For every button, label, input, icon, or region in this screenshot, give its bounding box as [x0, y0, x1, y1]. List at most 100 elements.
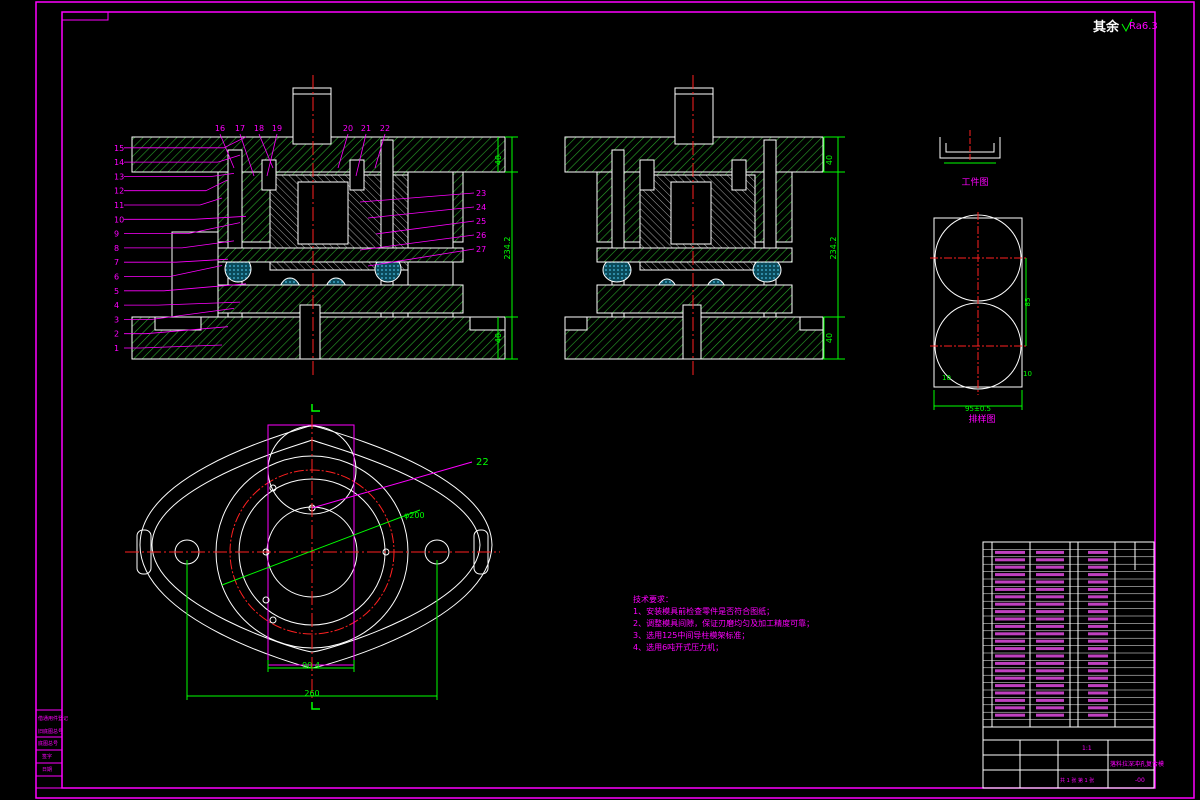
part-number-1: 1 [114, 344, 119, 353]
bom-cell-text [1088, 669, 1108, 673]
part-drawing-label: 工件图 [961, 176, 988, 188]
bom-cell-text [995, 558, 1025, 562]
section-view-right [564, 75, 824, 375]
bom-cell-text [995, 713, 1025, 717]
part-number-7: 7 [114, 258, 119, 267]
bom-cell-text [1036, 610, 1064, 614]
part-number-18: 18 [254, 124, 264, 133]
tech-item-3: 3、选用125中间导柱模架标准； [633, 630, 749, 640]
part-number-8: 8 [114, 244, 119, 253]
part-number-21: 21 [361, 124, 371, 133]
bom-cell-text [1088, 602, 1108, 606]
bom-cell-text [1088, 580, 1108, 584]
bom-cell-text [1036, 691, 1064, 695]
tech-item-1: 1、安装模具前检查零件是否符合图纸； [633, 606, 774, 616]
part-number-13: 13 [114, 172, 124, 181]
side-cell-4: 签字 [42, 753, 52, 760]
bom-cell-text [1036, 684, 1064, 688]
bom-cell-text [995, 676, 1025, 680]
bom-cell-text [1088, 676, 1108, 680]
drawing-name: 落料拉深冲孔复合模 [1110, 760, 1164, 768]
bom-cell-text [995, 573, 1025, 577]
side-cell-2: 旧底图总号 [38, 728, 63, 735]
dim-inner-width: 90.4 [302, 661, 320, 670]
bom-cell-text [1088, 684, 1108, 688]
bom-cell-text [1088, 706, 1108, 710]
dim-hole-callout: 22 [476, 457, 489, 468]
bom-cell-text [995, 698, 1025, 702]
sheet-count: 共 1 张 第 1 张 [1060, 777, 1094, 784]
bom-cell-text [995, 639, 1025, 643]
bom-cell-text [1088, 617, 1108, 621]
part-drawing [939, 130, 1001, 164]
bom-cell-text [1036, 632, 1064, 636]
bom-cell-text [1036, 639, 1064, 643]
bom-cell-text [1036, 669, 1064, 673]
bom-cell-text [1036, 573, 1064, 577]
side-cell-5: 日期 [42, 767, 52, 773]
part-number-17: 17 [235, 124, 245, 133]
bom-cell-text [995, 602, 1025, 606]
part-number-9: 9 [114, 230, 119, 239]
bom-cell-text [1036, 565, 1064, 569]
part-number-25: 25 [476, 217, 486, 226]
bom-cell-text [995, 669, 1025, 673]
bom-cell-text [1036, 580, 1064, 584]
bom-cell-text [1036, 706, 1064, 710]
tech-title: 技术要求： [633, 594, 673, 604]
bom-cell-text [995, 647, 1025, 651]
cad-drawing: 其余 Ra6.3 40 234.2 40 1234567891011121314… [35, 1, 1195, 799]
strip-layout-label: 排样图 [968, 413, 995, 425]
dim-top-plate: 40 [494, 155, 503, 165]
part-number-3: 3 [114, 315, 119, 324]
bom-cell-text [995, 632, 1025, 636]
bom-cell-text [995, 595, 1025, 599]
bom-cell-text [995, 587, 1025, 591]
part-number-22: 22 [380, 124, 390, 133]
bom-cell-text [1088, 595, 1108, 599]
part-number-20: 20 [343, 124, 353, 133]
bom-cell-text [1036, 624, 1064, 628]
dim-total-height-right: 234.2 [829, 237, 838, 260]
bom-cell-text [1088, 713, 1108, 717]
bom-cell-text [1088, 632, 1108, 636]
bom-cell-text [1088, 639, 1108, 643]
bom-cell-text [995, 706, 1025, 710]
tech-item-4: 4、选用6吨开式压力机； [633, 642, 723, 652]
bom-cell-text [1088, 610, 1108, 614]
part-number-6: 6 [114, 273, 119, 282]
bom-cell-text [1036, 602, 1064, 606]
bom-cell-text [1036, 676, 1064, 680]
dim-outer-width: 260 [304, 689, 319, 698]
dim-strip-width: 95±0.5 [965, 405, 991, 413]
tech-item-2: 2、调整模具间隙，保证刃磨均匀及加工精度可靠； [633, 618, 814, 628]
bom-cell-text [1088, 558, 1108, 562]
bom-cell-text [1088, 624, 1108, 628]
bom-cell-text [1036, 654, 1064, 658]
drawing-frame [61, 11, 1156, 789]
bom-cell-text [1036, 558, 1064, 562]
drawing-number: -00 [1135, 777, 1145, 784]
part-number-2: 2 [114, 330, 119, 339]
side-cell-1: 借通用件登记 [38, 715, 68, 722]
part-number-11: 11 [114, 201, 124, 210]
dim-strip-margin-right: 10 [1023, 370, 1032, 378]
part-number-12: 12 [114, 187, 124, 196]
bom-cell-text [1088, 698, 1108, 702]
dim-total-height: 234.2 [503, 237, 512, 260]
bom-cell-text [995, 691, 1025, 695]
bom-cell-text [1036, 550, 1064, 554]
part-number-10: 10 [114, 215, 124, 224]
bom-cell-text [1088, 647, 1108, 651]
bom-cell-text [1088, 587, 1108, 591]
bom-cell-text [1036, 713, 1064, 717]
bom-cell-text [1036, 647, 1064, 651]
bom-cell-text [995, 684, 1025, 688]
roughness-label: 其余 [1093, 19, 1120, 35]
dim-bolt-circle: φ200 [404, 511, 425, 520]
bom-cell-text [1036, 617, 1064, 621]
part-number-14: 14 [114, 158, 124, 167]
dim-bottom-plate: 40 [494, 333, 503, 343]
title-tab [61, 11, 109, 21]
bom-cell-text [995, 550, 1025, 554]
